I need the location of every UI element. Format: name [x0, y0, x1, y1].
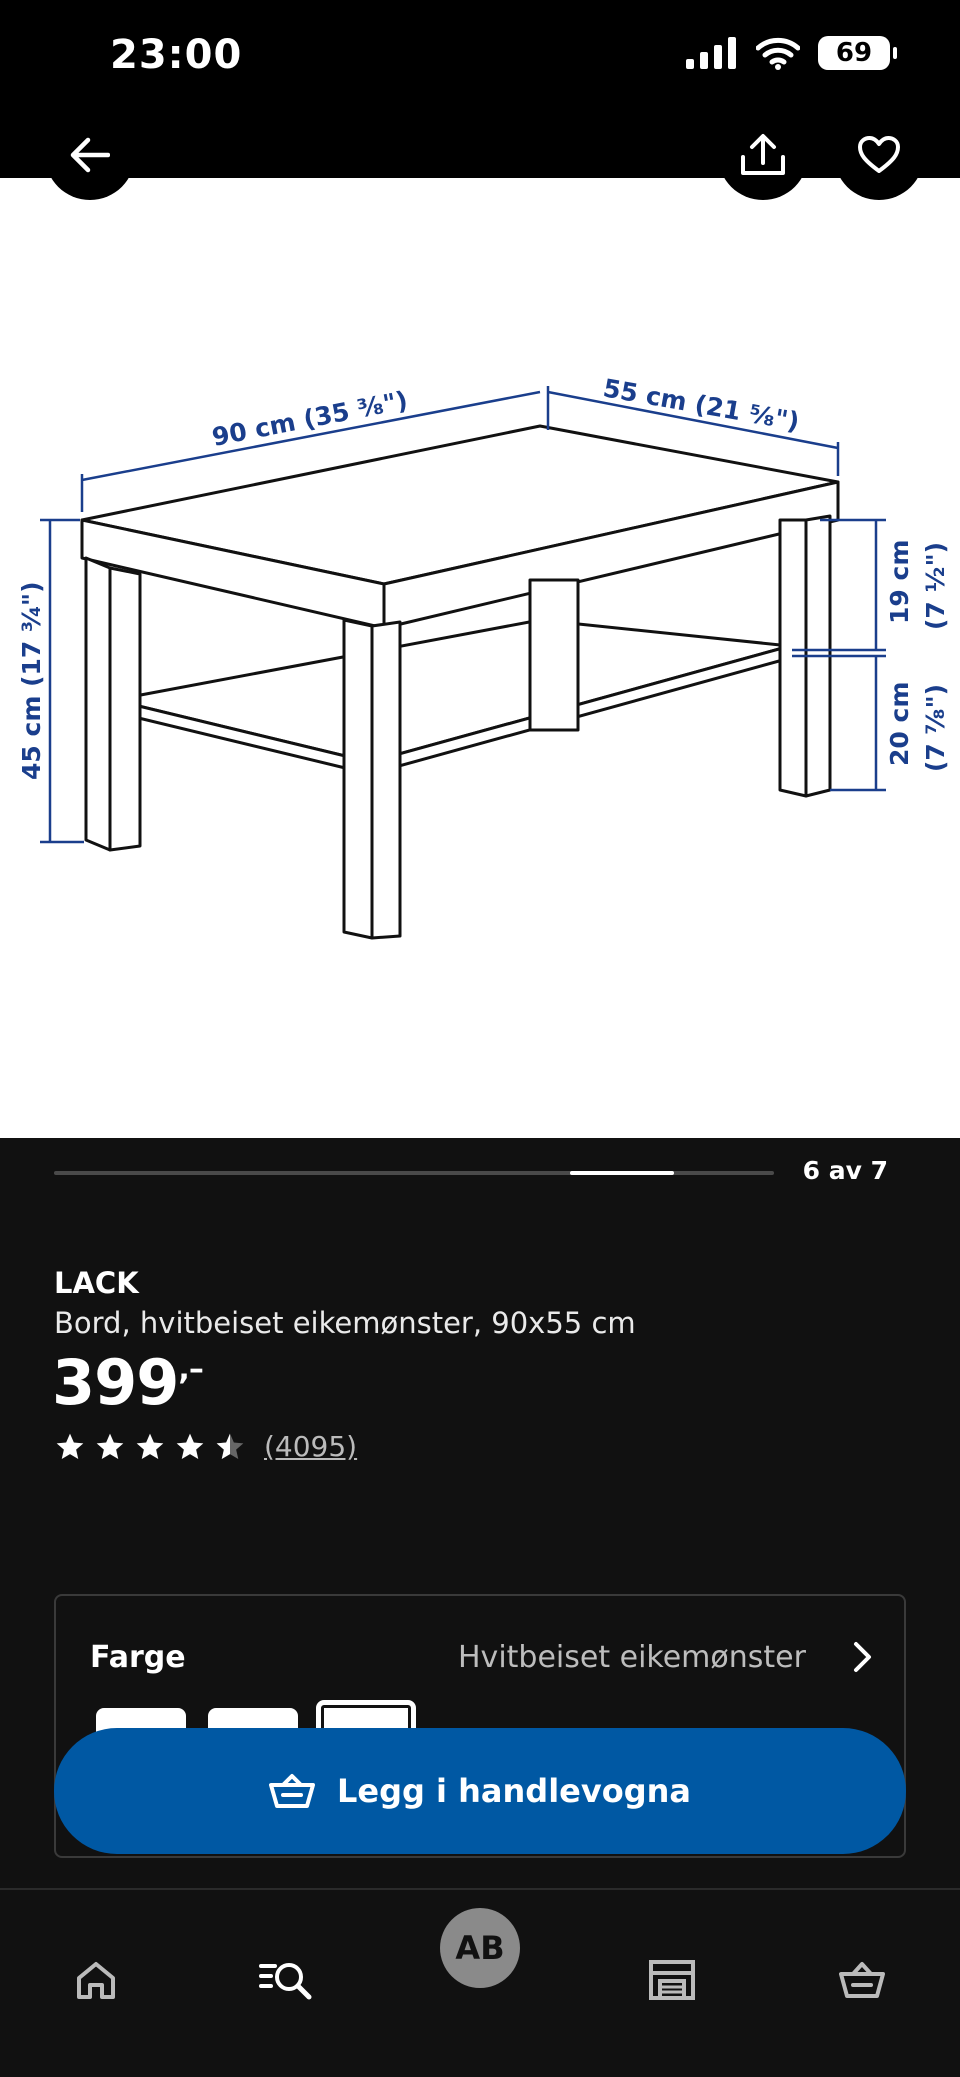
- tab-search[interactable]: [246, 1940, 326, 2020]
- tab-cart[interactable]: [822, 1940, 902, 2020]
- rating-stars: [54, 1431, 246, 1463]
- lower-gap-cm-label: 20 cm: [885, 682, 914, 766]
- home-icon: [77, 1962, 115, 1999]
- status-bar: 23:00 69: [0, 0, 960, 120]
- star-half-icon: [216, 1433, 244, 1459]
- bottom-tab-bar: AB: [0, 1890, 960, 2077]
- price-amount: 399: [52, 1346, 179, 1419]
- upper-gap-cm-label: 19 cm: [885, 540, 914, 624]
- star-icon: [56, 1433, 84, 1459]
- share-button[interactable]: [718, 110, 808, 200]
- product-rating[interactable]: (4095): [54, 1430, 357, 1463]
- carousel-position-label: 6 av 7: [802, 1156, 888, 1185]
- status-icons: 69: [686, 36, 897, 70]
- color-value: Hvitbeiset eikemønster: [458, 1640, 806, 1675]
- heart-icon: [858, 136, 900, 173]
- top-nav: [0, 120, 960, 178]
- add-to-cart-label: Legg i handlevogna: [336, 1772, 691, 1810]
- add-to-cart-button[interactable]: Legg i handlevogna: [54, 1728, 906, 1854]
- profile-avatar[interactable]: AB: [440, 1908, 520, 1988]
- chevron-right-icon: [854, 1642, 871, 1672]
- search-list-icon: [259, 1963, 312, 2000]
- upper-gap-in-label: (7 ¹⁄₂"): [921, 542, 950, 630]
- width-label: 90 cm (35 ³⁄₈"): [210, 386, 410, 452]
- status-time: 23:00: [110, 32, 243, 78]
- arrow-left-icon: [70, 137, 110, 173]
- share-icon: [741, 134, 785, 175]
- favorite-button[interactable]: [834, 110, 924, 200]
- product-price: 399,–: [52, 1346, 204, 1419]
- basket-icon: [839, 1962, 885, 1998]
- dimension-drawing: 90 cm (35 ³⁄₈") 55 cm (21 ⁵⁄₈") 45 cm (1…: [17, 373, 950, 940]
- store-icon: [649, 1960, 695, 2000]
- basket-icon: [268, 1774, 315, 1808]
- price-suffix: ,–: [178, 1352, 203, 1387]
- depth-label: 55 cm (21 ⁵⁄₈"): [601, 373, 802, 436]
- product-name: LACK: [54, 1266, 139, 1300]
- height-label: 45 cm (17 ³⁄₄"): [17, 581, 46, 780]
- wifi-icon: [756, 37, 800, 70]
- carousel-progress-indicator: [570, 1171, 674, 1175]
- product-image[interactable]: 90 cm (35 ³⁄₈") 55 cm (21 ⁵⁄₈") 45 cm (1…: [0, 178, 960, 1138]
- battery-indicator: 69: [818, 36, 897, 70]
- back-button[interactable]: [45, 110, 135, 200]
- carousel-progress-track: [54, 1171, 774, 1175]
- review-count-link[interactable]: (4095): [264, 1430, 357, 1463]
- lower-gap-in-label: (7 ⁷⁄₈"): [921, 684, 950, 772]
- tab-home[interactable]: [56, 1940, 136, 2020]
- signal-icon: [686, 37, 736, 69]
- star-icon: [136, 1433, 164, 1459]
- color-label: Farge: [90, 1640, 186, 1675]
- product-description: Bord, hvitbeiset eikemønster, 90x55 cm: [54, 1306, 636, 1340]
- star-icon: [96, 1433, 124, 1459]
- tab-stores[interactable]: [632, 1940, 712, 2020]
- star-icon: [176, 1433, 204, 1459]
